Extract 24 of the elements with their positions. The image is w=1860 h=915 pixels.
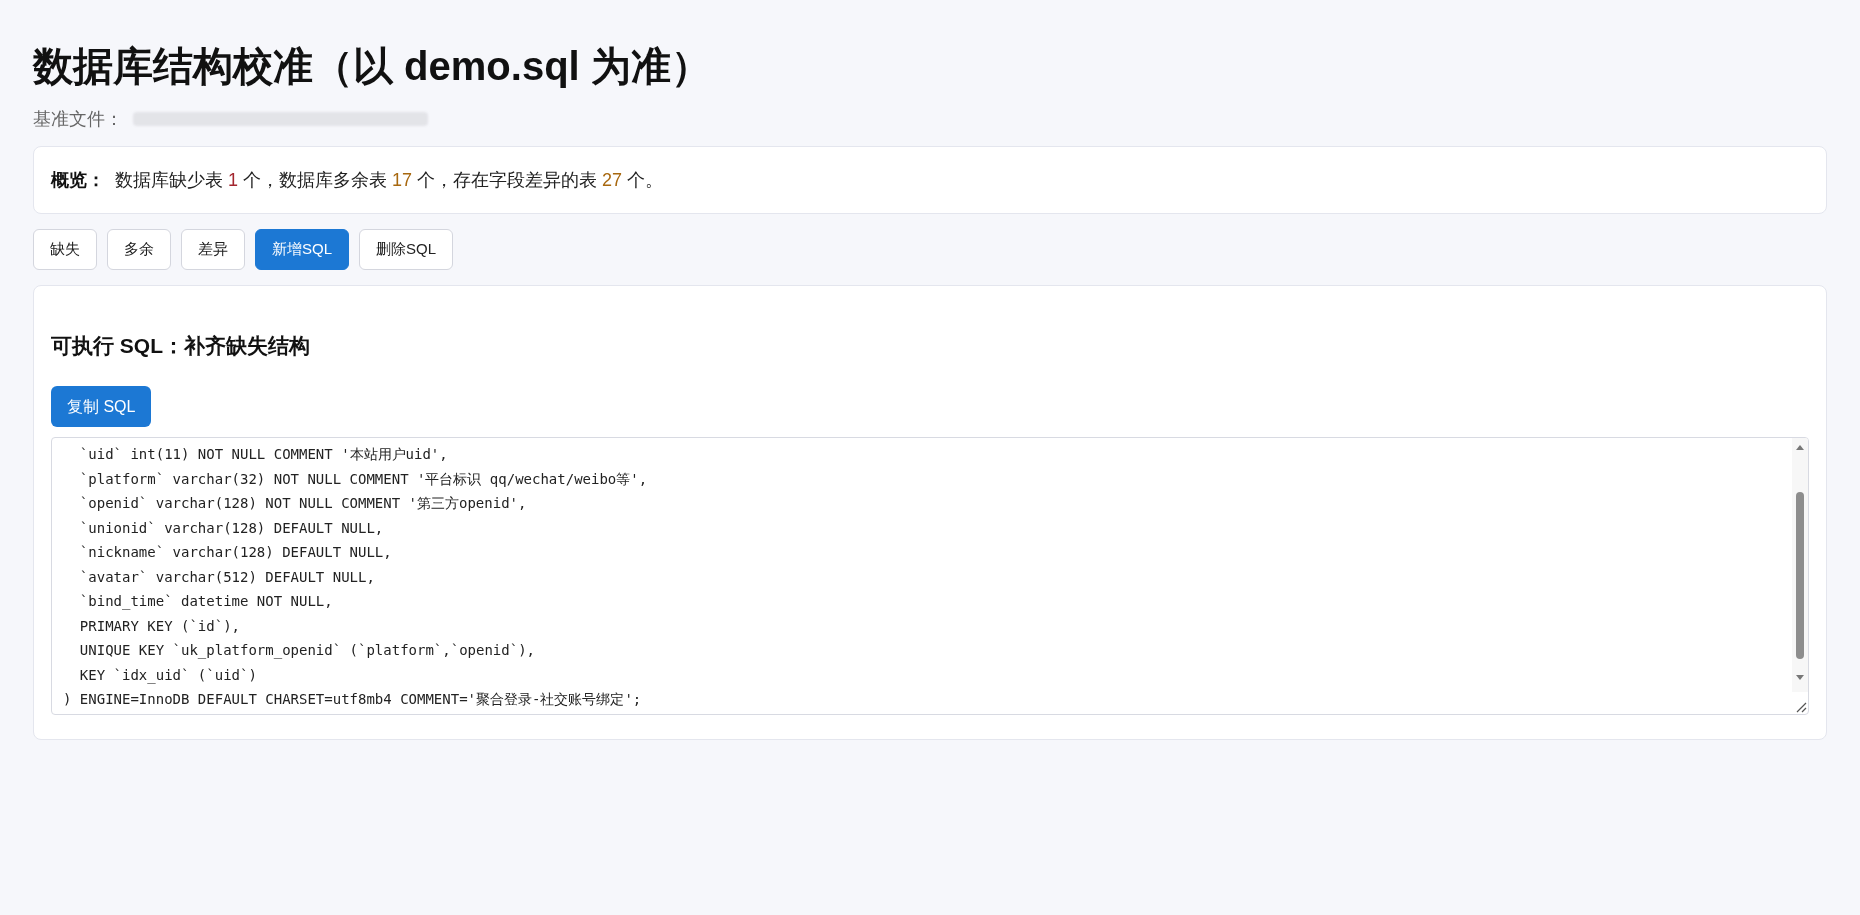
code-line: `openid` varchar(128) NOT NULL COMMENT '第三方openid',: [78, 494, 527, 513]
basis-file-label: 基准文件：: [33, 107, 123, 131]
tab-button[interactable]: 多余: [107, 229, 171, 270]
code-line: PRIMARY KEY (`id`),: [78, 616, 240, 636]
code-line: ) ENGINE=InnoDB DEFAULT CHARSET=utf8mb4 COMMENT='聚合登录-社交账号绑定';: [63, 690, 642, 709]
code-line: `avatar` varchar(512) DEFAULT NULL,: [78, 567, 375, 587]
scrollbar-drawing[interactable]: [1792, 438, 1808, 692]
code-line: `unionid` varchar(128) DEFAULT NULL,: [78, 518, 384, 538]
tab-button[interactable]: 新增SQL: [255, 229, 349, 270]
copy-sql-button[interactable]: 复制 SQL: [51, 386, 152, 427]
code-line: `platform` varchar(32) NOT NULL COMMENT '平台标识 qq/wechat/weibo等',: [78, 469, 648, 489]
code-line: `uid` int(11) NOT NULL COMMENT '本站用户uid',: [78, 445, 448, 464]
summary-label: 概览：: [51, 168, 105, 192]
tab-button[interactable]: 缺失: [33, 229, 97, 270]
summary-text: 数据库缺少表 1 个，数据库多余表 17 个，存在字段差异的表 27 个。: [115, 168, 664, 192]
tab-button[interactable]: 差异: [181, 229, 245, 270]
tab-button[interactable]: 删除SQL: [359, 229, 454, 270]
code-line: `bind_time` datetime NOT NULL,: [78, 592, 333, 612]
panel-heading: 可执行 SQL：补齐缺失结构: [51, 333, 311, 359]
code-line: `nickname` varchar(128) DEFAULT NULL,: [78, 543, 392, 562]
sql-code-area[interactable]: [51, 437, 1809, 715]
code-line: UNIQUE KEY `uk_platform_openid` (`platform`,`openid`),: [78, 641, 535, 661]
code-line: KEY `idx_uid` (`uid`): [78, 665, 257, 686]
page-title: 数据库结构校准（以 demo.sql 为准）: [33, 43, 712, 90]
